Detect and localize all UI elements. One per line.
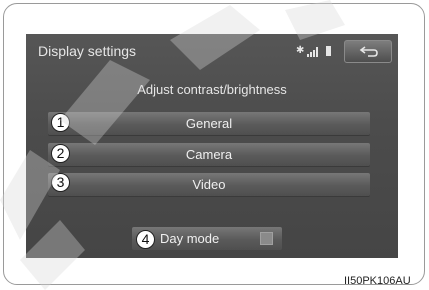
callout-3: 3 <box>51 173 70 192</box>
video-button[interactable]: Video <box>48 173 370 196</box>
callout-2: 2 <box>51 144 70 163</box>
back-button[interactable] <box>344 40 392 63</box>
display-screen: Display settings ✱ Adjust contrast/brigh… <box>26 34 398 258</box>
bluetooth-icon: ✱ <box>296 45 305 56</box>
screen-subtitle: Adjust contrast/brightness <box>137 82 287 97</box>
signal-strength-icon <box>307 47 321 57</box>
screen-title: Display settings <box>38 43 137 59</box>
figure-caption: II50PK106AU <box>344 275 411 287</box>
battery-icon <box>326 46 331 56</box>
back-arrow-icon <box>359 46 378 57</box>
camera-button[interactable]: Camera <box>48 143 370 166</box>
callout-4: 4 <box>136 230 155 249</box>
general-button[interactable]: General <box>48 112 370 135</box>
callout-1: 1 <box>51 113 70 132</box>
day-mode-indicator <box>260 232 273 245</box>
day-mode-label: Day mode <box>160 231 220 246</box>
